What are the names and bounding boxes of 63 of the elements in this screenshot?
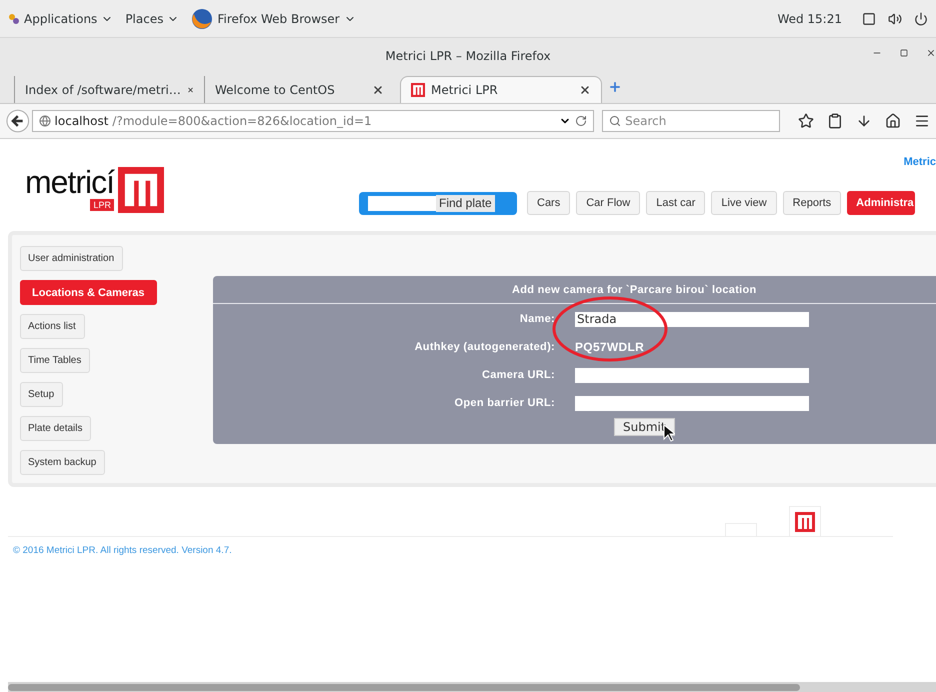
sidebar-button[interactable]: Actions list (20, 314, 85, 339)
globe-icon (38, 115, 51, 127)
search-field[interactable]: Search (602, 110, 780, 132)
nav-button[interactable]: Last car (646, 191, 706, 215)
desktop-menu[interactable]: Places (125, 12, 180, 26)
nav-button[interactable]: Car Flow (576, 191, 640, 215)
scrollbar-thumb[interactable] (8, 684, 800, 691)
menu-icon[interactable] (914, 113, 930, 129)
reload-icon (575, 115, 588, 127)
download-icon[interactable] (856, 113, 872, 129)
power-icon[interactable] (914, 12, 928, 26)
footer-logo-icon (795, 512, 815, 532)
url-path: /?module=800&action=826&location_id=1 (112, 114, 373, 128)
clock: Wed 15:21 (777, 12, 842, 26)
header-link[interactable]: Metric (904, 156, 936, 168)
plate-field[interactable] (368, 196, 436, 210)
text-field[interactable] (575, 368, 809, 382)
clipboard-icon[interactable] (826, 113, 843, 129)
back-icon[interactable] (6, 109, 30, 133)
logo-mark-icon (118, 167, 164, 213)
nav-button[interactable]: Cars (527, 191, 570, 215)
nav-button[interactable]: Live view (711, 191, 777, 215)
copyright-text: © 2016 Metrici LPR. All rights reserved. Version 4.7. (13, 545, 233, 556)
browser-tab[interactable]: Metrici LPR (400, 76, 602, 103)
close-icon (579, 84, 591, 96)
scrollbar[interactable] (8, 682, 936, 692)
field-label: Open barrier URL: (454, 397, 555, 409)
authkey-value: PQ57WDLR (575, 340, 644, 354)
new-tab-icon[interactable] (608, 80, 622, 94)
nav-button[interactable]: Administra (847, 191, 915, 215)
field-label: Camera URL: (482, 369, 555, 381)
sidebar-button[interactable]: Plate details (20, 416, 92, 441)
desktop-menu[interactable]: Applications (8, 12, 114, 26)
desktop-menu[interactable]: Firefox Web Browser (191, 8, 356, 30)
browser-tab[interactable]: Welcome to CentOS (204, 76, 394, 103)
text-field[interactable]: Strada (575, 312, 809, 326)
url-host: localhost (54, 114, 108, 128)
field-label: Name: (520, 313, 555, 325)
home-icon[interactable] (884, 113, 901, 129)
find-plate-button[interactable]: Find plate (436, 194, 495, 212)
address-field[interactable]: localhost /?module=800&action=826&location_id=1 (32, 110, 594, 132)
browser-tab[interactable]: Index of /software/metri… (14, 76, 204, 103)
field-label: Authkey (autogenerated): (414, 341, 555, 353)
nav-button[interactable]: Reports (782, 191, 842, 215)
apps-icon (8, 12, 20, 24)
form-title: Add new camera for `Parcare birou` location (512, 284, 757, 296)
close-icon[interactable] (926, 48, 936, 58)
window-icon[interactable] (862, 12, 876, 26)
sidebar-button[interactable]: Time Tables (20, 348, 90, 373)
volume-icon[interactable] (888, 12, 902, 26)
close-icon (372, 84, 384, 96)
sidebar-button[interactable]: Setup (20, 382, 64, 407)
text-field[interactable] (575, 396, 809, 410)
search-icon (609, 115, 622, 127)
firefox-icon (191, 8, 214, 30)
sidebar-button[interactable]: User administration (20, 246, 124, 271)
sidebar-button[interactable]: System backup (20, 450, 106, 475)
window-title: Metrici LPR – Mozilla Firefox (385, 49, 551, 63)
logo: metricí LPR (25, 167, 164, 215)
sidebar-button[interactable]: Locations & Cameras (20, 280, 158, 305)
bookmark-star-icon[interactable] (798, 113, 814, 129)
maximize-icon[interactable] (900, 49, 908, 57)
site-icon (411, 83, 425, 97)
